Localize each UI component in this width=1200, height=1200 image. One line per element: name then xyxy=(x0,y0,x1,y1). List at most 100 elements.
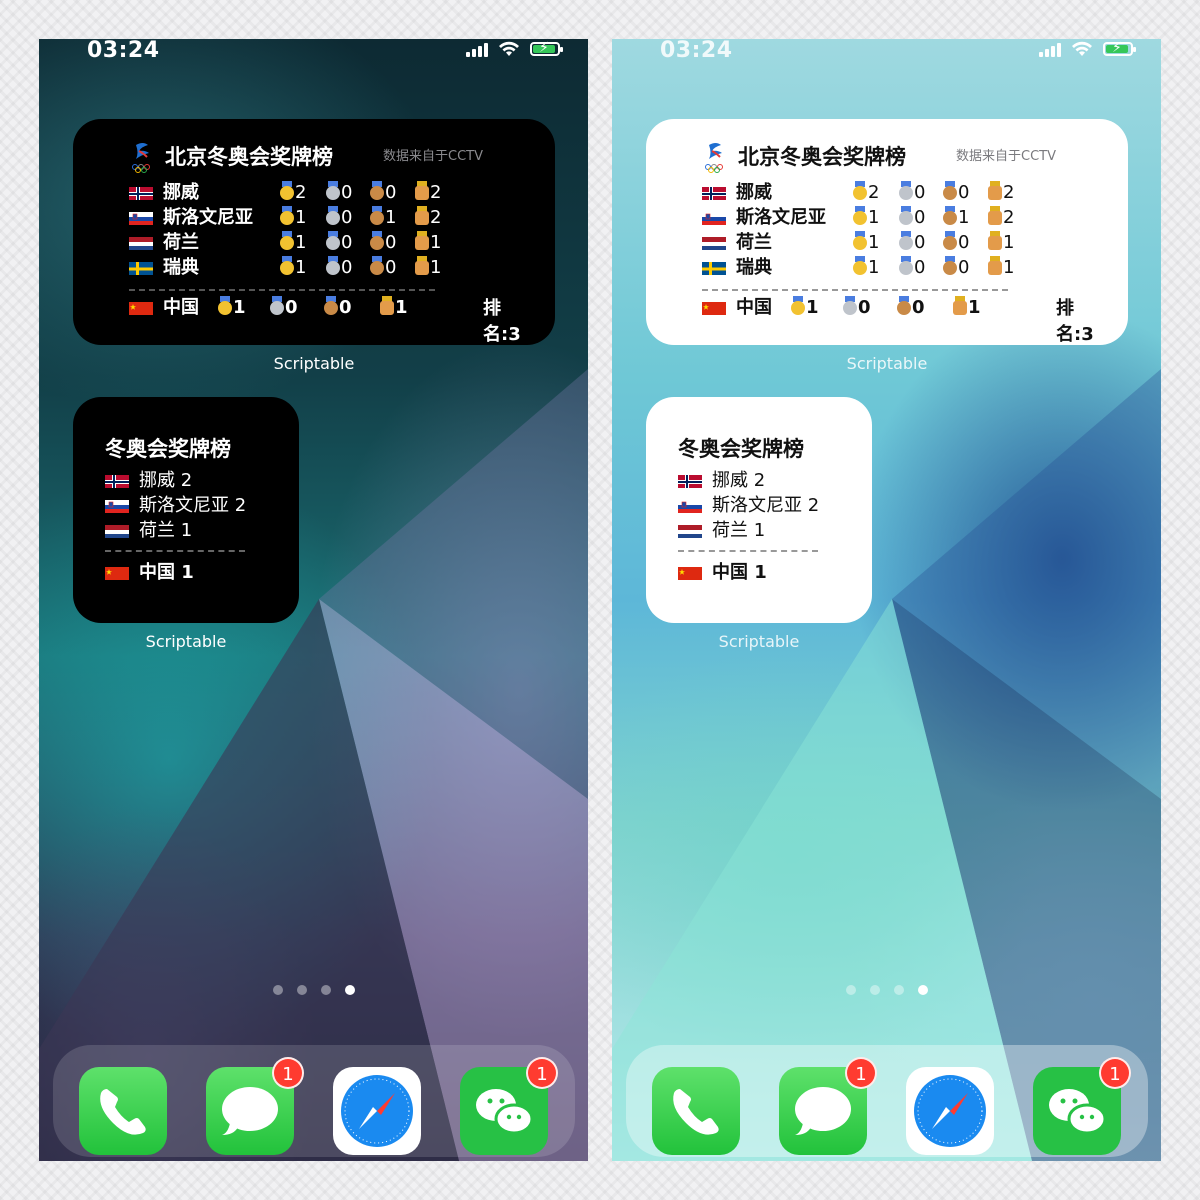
gold-medal-icon xyxy=(852,181,868,201)
total-count: 1 xyxy=(952,296,981,320)
country-name: 挪威 xyxy=(736,182,772,203)
medal-table-widget-large[interactable]: 北京冬奥会奖牌榜 数据来自于CCTV 挪威 2 0 0 2 斯洛文尼亚 1 0 1 2 荷兰 1 0 0 1… xyxy=(646,119,1128,345)
page-dot[interactable] xyxy=(320,985,331,995)
special-medal-icon xyxy=(414,256,430,276)
gold-count: 1 xyxy=(279,231,306,255)
messages-app-icon[interactable]: 1 xyxy=(206,1057,304,1155)
beijing-2022-emblem-icon xyxy=(132,143,150,173)
notification-badge: 1 xyxy=(526,1057,558,1089)
silver-medal-icon xyxy=(898,206,914,226)
total-count: 2 xyxy=(414,181,441,205)
page-dot[interactable] xyxy=(869,985,880,995)
page-dot[interactable] xyxy=(296,985,307,995)
netherlands-flag-icon xyxy=(678,524,702,538)
page-dot[interactable] xyxy=(344,985,355,995)
page-indicator[interactable] xyxy=(39,985,588,995)
bronze-count: 0 xyxy=(369,231,396,255)
messages-app-icon[interactable]: 1 xyxy=(779,1057,877,1155)
norway-flag-icon xyxy=(702,186,726,200)
widget-title: 北京冬奥会奖牌榜 xyxy=(738,145,906,169)
total-count: 1 xyxy=(414,231,441,255)
phone-app-icon[interactable] xyxy=(79,1067,167,1155)
bronze-count: 0 xyxy=(369,256,396,280)
bronze-count: 0 xyxy=(896,296,925,320)
country-name: 斯洛文尼亚 xyxy=(736,207,826,228)
china-row: 中国 1 0 0 1 排名:3 xyxy=(702,296,1102,345)
country-name: 荷兰 xyxy=(163,232,199,253)
total-count: 1 xyxy=(379,296,408,320)
country-name: 中国 xyxy=(736,297,772,318)
medal-table-widget-large[interactable]: 北京冬奥会奖牌榜 数据来自于CCTV 挪威 2 0 0 2 斯洛文尼亚 1 0 1 2 荷兰 1 0 0 1… xyxy=(73,119,555,345)
netherlands-flag-icon xyxy=(105,524,129,538)
netherlands-flag-icon xyxy=(702,236,726,250)
bronze-count: 0 xyxy=(942,231,969,255)
widget-app-label: Scriptable xyxy=(718,632,800,651)
silver-medal-icon xyxy=(842,296,858,316)
status-time: 03:24 xyxy=(660,39,733,63)
country-total: 荷兰 1 xyxy=(712,520,766,541)
phone-app-icon[interactable] xyxy=(652,1067,740,1155)
silver-count: 0 xyxy=(325,206,352,230)
special-medal-icon xyxy=(414,206,430,226)
silver-count: 0 xyxy=(325,181,352,205)
norway-flag-icon xyxy=(105,474,129,488)
widget-title: 冬奥会奖牌榜 xyxy=(678,437,804,461)
safari-app-icon[interactable] xyxy=(906,1067,994,1155)
slovenia-flag-icon xyxy=(105,499,129,513)
silver-medal-icon xyxy=(325,206,341,226)
sweden-flag-icon xyxy=(702,261,726,275)
special-medal-icon xyxy=(987,181,1003,201)
gold-medal-icon xyxy=(279,206,295,226)
bronze-medal-icon xyxy=(896,296,912,316)
medal-table-widget-small[interactable]: 冬奥会奖牌榜 挪威 2 斯洛文尼亚 2 荷兰 1 中国 1 xyxy=(73,397,299,623)
gold-medal-icon xyxy=(217,296,233,316)
page-dot[interactable] xyxy=(893,985,904,995)
medal-table-widget-small[interactable]: 冬奥会奖牌榜 挪威 2 斯洛文尼亚 2 荷兰 1 中国 1 xyxy=(646,397,872,623)
bronze-medal-icon xyxy=(369,231,385,251)
special-medal-icon xyxy=(952,296,968,316)
phone-screen-light-mode: 03:24 ⚡ 北京冬奥会奖牌榜 数据来自于CCTV 挪威 2 0 0 2 斯洛… xyxy=(612,39,1161,1161)
total-count: 2 xyxy=(414,206,441,230)
bronze-medal-icon xyxy=(942,181,958,201)
country-name: 瑞典 xyxy=(736,257,772,278)
page-indicator[interactable] xyxy=(612,985,1161,995)
bronze-count: 0 xyxy=(369,181,396,205)
silver-medal-icon xyxy=(269,296,285,316)
wechat-app-icon[interactable]: 1 xyxy=(1033,1057,1131,1155)
wechat-app-icon[interactable]: 1 xyxy=(460,1057,558,1155)
medal-row: 斯洛文尼亚 1 0 1 2 xyxy=(702,206,1082,230)
total-count: 1 xyxy=(414,256,441,280)
special-medal-icon xyxy=(379,296,395,316)
phone-icon xyxy=(673,1089,719,1135)
total-count: 2 xyxy=(987,206,1014,230)
silver-medal-icon xyxy=(325,256,341,276)
safari-app-icon[interactable] xyxy=(333,1067,421,1155)
page-dot[interactable] xyxy=(272,985,283,995)
dashed-divider xyxy=(702,289,1008,291)
medal-row: 挪威 2 0 0 2 xyxy=(129,181,509,205)
gold-count: 1 xyxy=(217,296,246,320)
china-flag-icon xyxy=(702,301,726,315)
widget-title: 冬奥会奖牌榜 xyxy=(105,437,231,461)
bronze-count: 1 xyxy=(942,206,969,230)
norway-flag-icon xyxy=(129,186,153,200)
china-flag-icon xyxy=(678,566,702,580)
wifi-icon xyxy=(1072,41,1092,56)
norway-flag-icon xyxy=(678,474,702,488)
page-dot[interactable] xyxy=(917,985,928,995)
silver-count: 0 xyxy=(898,181,925,205)
country-name: 荷兰 xyxy=(736,232,772,253)
bronze-medal-icon xyxy=(942,206,958,226)
gold-count: 1 xyxy=(852,256,879,280)
bronze-medal-icon xyxy=(369,256,385,276)
bronze-count: 0 xyxy=(942,181,969,205)
medal-row: 荷兰 1 0 0 1 xyxy=(129,231,509,255)
medal-row: 瑞典 1 0 0 1 xyxy=(129,256,509,280)
country-total: 斯洛文尼亚 2 xyxy=(139,495,247,516)
sweden-flag-icon xyxy=(129,261,153,275)
phone-screen-dark-mode: 03:24 ⚡ 北京冬奥会奖牌榜 数据来自于CCTV 挪威 2 0 0 2 斯洛… xyxy=(39,39,588,1161)
dashed-divider xyxy=(129,289,435,291)
special-medal-icon xyxy=(414,181,430,201)
page-dot[interactable] xyxy=(845,985,856,995)
widget-app-label: Scriptable xyxy=(145,632,227,651)
